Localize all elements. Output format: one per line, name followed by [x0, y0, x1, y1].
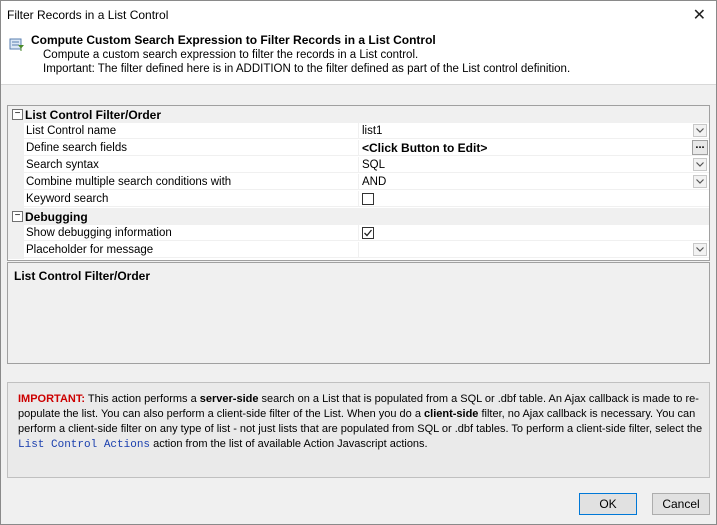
- value-text: AND: [362, 176, 387, 188]
- important-note-text: IMPORTANT: This action performs a server…: [18, 392, 706, 453]
- row-margin: [8, 225, 24, 242]
- property-help-panel: List Control Filter/Order: [7, 262, 710, 364]
- property-value-keyword-search[interactable]: [359, 191, 709, 207]
- title-bar: Filter Records in a List Control ✕: [1, 1, 716, 30]
- note-text-part: action from the list of available Action…: [150, 438, 428, 450]
- note-bold-client-side: client-side: [424, 408, 479, 420]
- property-name: Combine multiple search conditions with: [24, 174, 359, 190]
- property-value-list-control-name[interactable]: list1: [359, 123, 709, 139]
- chevron-down-icon: [696, 179, 704, 184]
- property-row-search-syntax[interactable]: Search syntax SQL: [8, 157, 709, 174]
- property-value-search-syntax[interactable]: SQL: [359, 157, 709, 173]
- close-icon[interactable]: ✕: [693, 5, 706, 25]
- property-name: Define search fields: [24, 140, 359, 156]
- property-value-combine-conditions[interactable]: AND: [359, 174, 709, 190]
- row-margin: [8, 157, 24, 174]
- header-important-note: Important: The filter defined here is in…: [43, 63, 571, 75]
- header-panel: Compute Custom Search Expression to Filt…: [1, 30, 716, 85]
- header-title: Compute Custom Search Expression to Filt…: [31, 33, 436, 47]
- keyword-search-checkbox[interactable]: [362, 193, 374, 205]
- help-title: List Control Filter/Order: [14, 269, 151, 283]
- row-margin: [8, 174, 24, 191]
- header-description: Compute a custom search expression to fi…: [43, 49, 419, 61]
- category-list-control-filter[interactable]: − List Control Filter/Order: [8, 106, 709, 123]
- property-row-combine-conditions[interactable]: Combine multiple search conditions with …: [8, 174, 709, 191]
- property-row-define-search-fields[interactable]: Define search fields <Click Button to Ed…: [8, 140, 709, 157]
- property-row-show-debugging[interactable]: Show debugging information: [8, 225, 709, 242]
- property-name: List Control name: [24, 123, 359, 139]
- dropdown-button[interactable]: [693, 243, 707, 256]
- value-text: list1: [362, 125, 383, 137]
- property-value-define-search-fields[interactable]: <Click Button to Edit> ...: [359, 140, 709, 156]
- collapse-icon[interactable]: −: [12, 109, 23, 120]
- important-label: IMPORTANT:: [18, 393, 86, 405]
- category-label: Debugging: [25, 210, 88, 224]
- chevron-down-icon: [696, 247, 704, 252]
- property-row-list-control-name[interactable]: List Control name list1: [8, 123, 709, 140]
- category-debugging[interactable]: − Debugging: [8, 208, 709, 225]
- checkmark-icon: [364, 229, 373, 237]
- value-text: <Click Button to Edit>: [362, 141, 488, 155]
- note-text-part: This action performs a: [85, 393, 200, 405]
- ellipsis-button[interactable]: ...: [692, 140, 708, 155]
- property-name: Show debugging information: [24, 225, 359, 241]
- note-bold-server-side: server-side: [199, 393, 259, 405]
- property-row-keyword-search[interactable]: Keyword search: [8, 191, 709, 208]
- row-margin: [8, 191, 24, 208]
- property-name: Keyword search: [24, 191, 359, 207]
- row-margin: [8, 242, 24, 259]
- important-note-panel: IMPORTANT: This action performs a server…: [7, 382, 710, 478]
- property-value-show-debugging[interactable]: [359, 225, 709, 241]
- property-name: Placeholder for message: [24, 242, 359, 258]
- property-value-placeholder-message[interactable]: [359, 242, 709, 258]
- show-debugging-checkbox[interactable]: [362, 227, 374, 239]
- property-name: Search syntax: [24, 157, 359, 173]
- property-grid: − List Control Filter/Order List Control…: [7, 105, 710, 261]
- ok-button[interactable]: OK: [579, 493, 637, 515]
- row-margin: [8, 140, 24, 157]
- window-title: Filter Records in a List Control: [7, 8, 169, 22]
- dropdown-button[interactable]: [693, 124, 707, 137]
- dropdown-button[interactable]: [693, 158, 707, 171]
- dialog-window: Filter Records in a List Control ✕ Compu…: [0, 0, 717, 525]
- dropdown-button[interactable]: [693, 175, 707, 188]
- property-row-placeholder-message[interactable]: Placeholder for message: [8, 242, 709, 259]
- cancel-button[interactable]: Cancel: [652, 493, 710, 515]
- chevron-down-icon: [696, 162, 704, 167]
- filter-records-icon: [9, 38, 24, 51]
- note-action-name: List Control Actions: [18, 439, 151, 451]
- chevron-down-icon: [696, 128, 704, 133]
- collapse-icon[interactable]: −: [12, 211, 23, 222]
- row-margin: [8, 123, 24, 140]
- category-label: List Control Filter/Order: [25, 108, 162, 122]
- value-text: SQL: [362, 159, 386, 171]
